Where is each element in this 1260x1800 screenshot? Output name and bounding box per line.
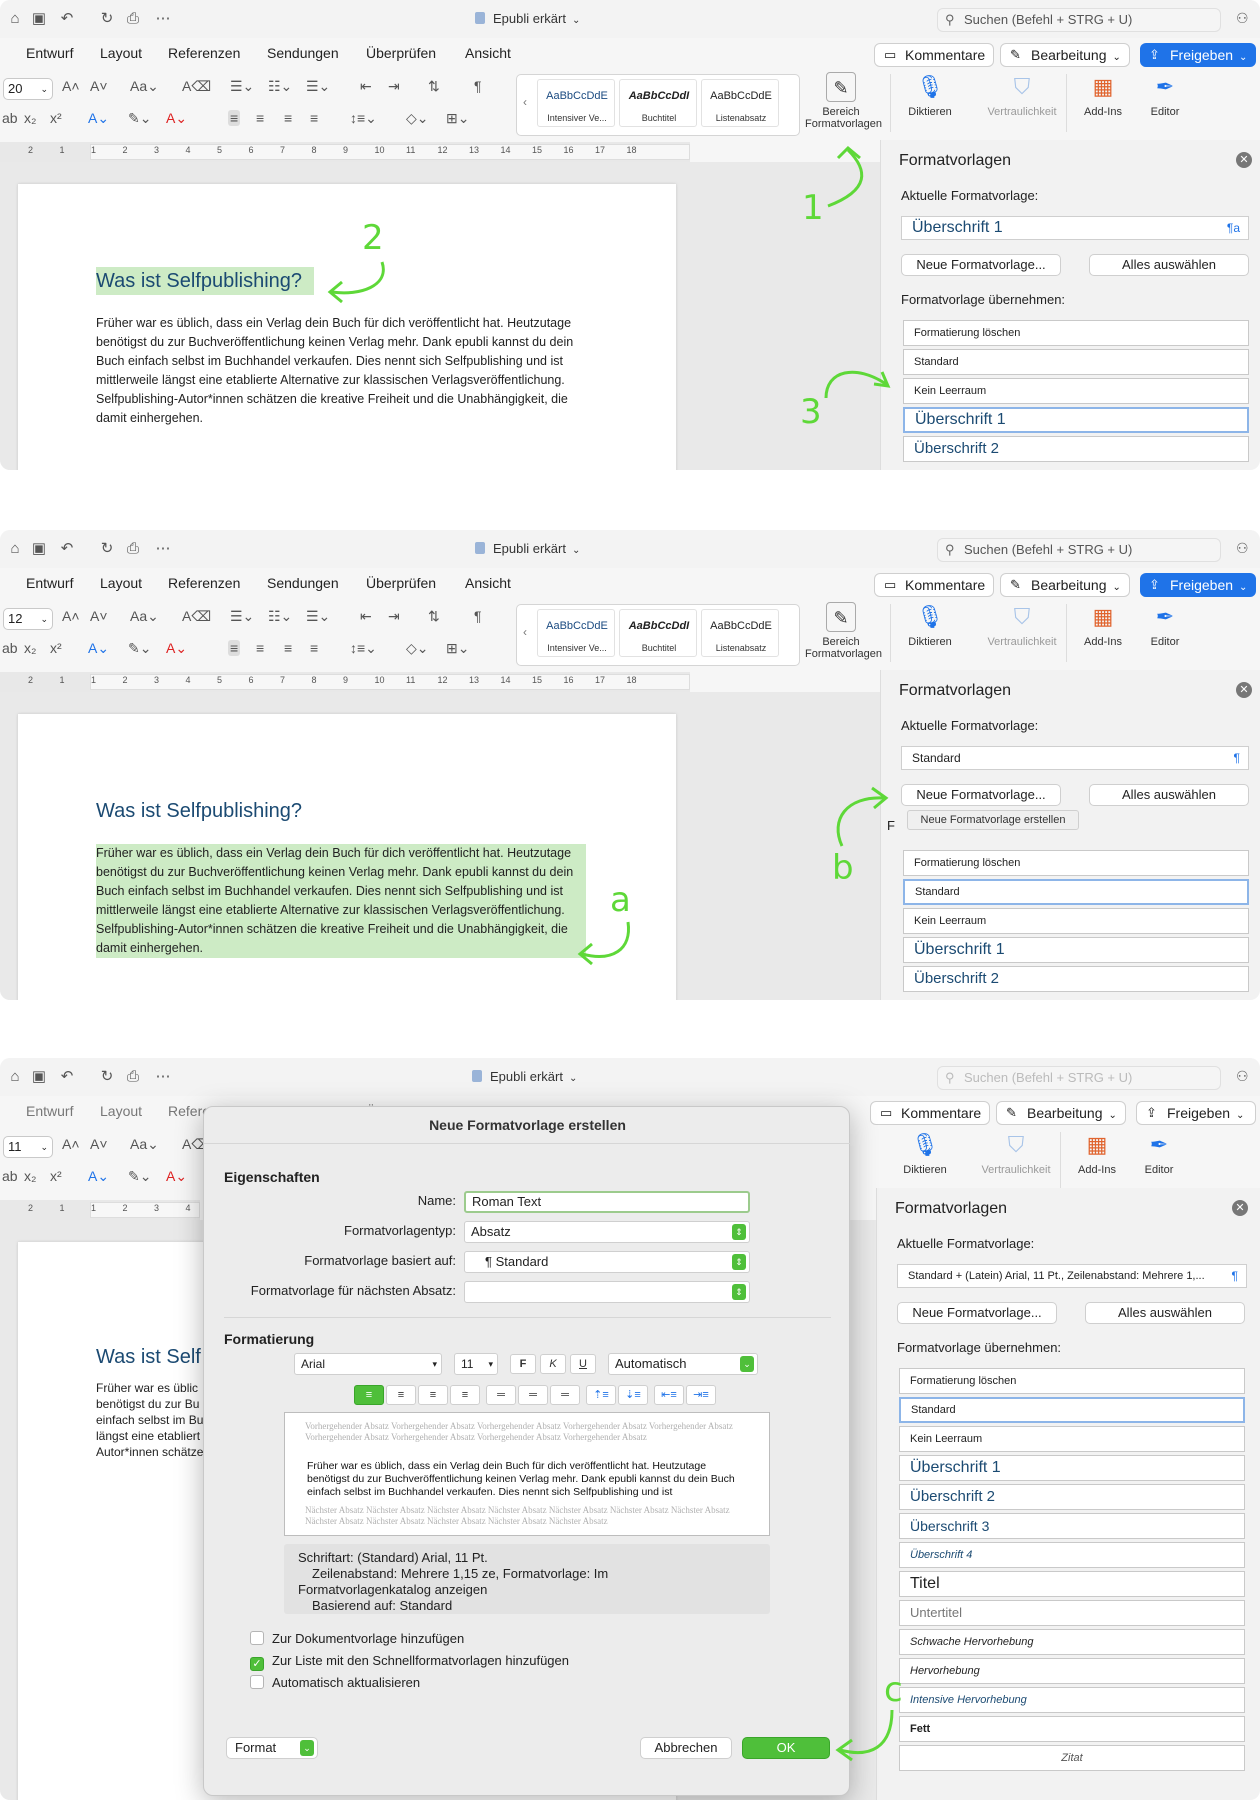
screenshot-step-3: ⌂ ▣ ↶ ↻ ⎙ ⋯ Epubli erkärt ⌄ ⚲ Suchen (Befe… <box>0 1058 1260 1800</box>
annotation-arrows <box>327 145 891 399</box>
screenshot-step-2: ⌂ ▣ ↶ ↻ ⎙ ⋯ Epubli erkärt ⌄ ⚲ Suchen (Befe… <box>0 530 1260 1000</box>
screenshot-step-1: ⌂ ▣ ↶ ↻ ⎙ ⋯ Epubli erkärt ⌄ ⚲ Suchen (Befe… <box>0 0 1260 470</box>
annotation-arrows <box>577 786 889 966</box>
annotation-arrows <box>835 1709 894 1762</box>
